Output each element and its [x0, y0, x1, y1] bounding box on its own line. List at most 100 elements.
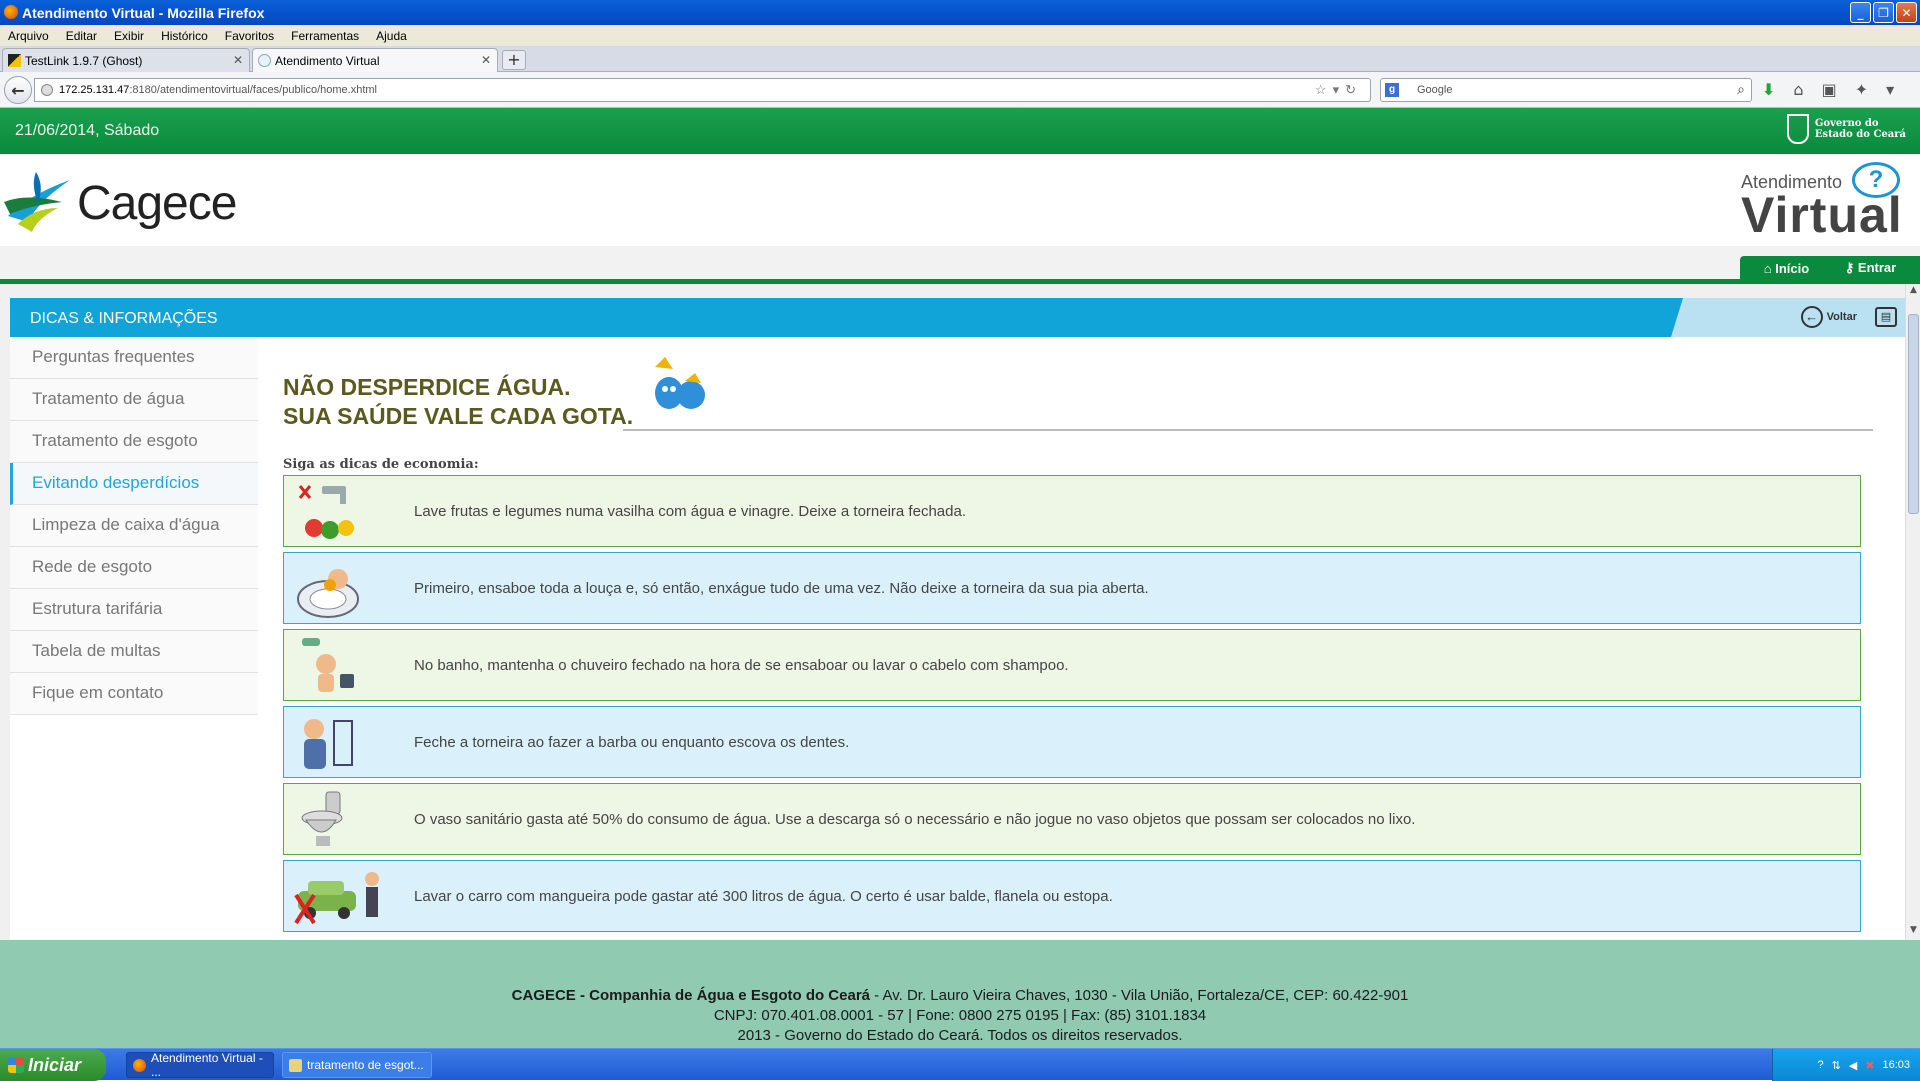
scroll-down-icon[interactable]: ▼ [1907, 925, 1920, 938]
dish-washing-icon [297, 569, 359, 618]
headline-divider [623, 429, 1873, 431]
navigation-toolbar: ← 172.25.131.47:8180/atendimentovirtual/… [0, 72, 1920, 108]
tab-close-icon[interactable]: ✕ [233, 53, 243, 67]
back-link[interactable]: ← Voltar [1800, 306, 1857, 328]
sidebar-item-sewage-treatment[interactable]: Tratamento de esgoto [10, 421, 258, 463]
window-controls: _ ❐ ✕ [1850, 2, 1917, 23]
nav-login[interactable]: ⚷ Entrar [1845, 260, 1896, 276]
footer-company: CAGECE - Companhia de Água e Esgoto do C… [511, 987, 871, 1004]
dropdown-icon[interactable]: ▾ [1333, 82, 1346, 97]
menu-ajuda[interactable]: Ajuda [376, 29, 407, 43]
network-icon[interactable]: ⇅ [1832, 1059, 1841, 1072]
site-footer: CAGECE - Companhia de Água e Esgoto do C… [0, 940, 1920, 1048]
back-arrow-icon: ← [1800, 306, 1823, 328]
windows-taskbar: Iniciar Atendimento Virtual - ... tratam… [0, 1048, 1920, 1081]
government-logo: Governo do Estado do Ceará [1786, 114, 1906, 144]
search-bar[interactable]: g Google ⌕ [1380, 78, 1752, 102]
start-button[interactable]: Iniciar [0, 1049, 106, 1081]
site-identity-icon[interactable] [41, 84, 53, 96]
clock: 16:03 [1882, 1059, 1910, 1071]
menu-chevron-icon[interactable]: ▾ [1886, 80, 1894, 99]
scroll-up-icon[interactable]: ▲ [1907, 285, 1920, 298]
logo-wordmark: Cagece [77, 177, 237, 230]
nav-home[interactable]: ⌂ Início [1764, 261, 1809, 276]
sidebar-item-fines-table[interactable]: Tabela de multas [10, 631, 258, 673]
tab-strip: TestLink 1.9.7 (Ghost) ✕ Atendimento Vir… [0, 46, 1920, 72]
sidebar-item-avoiding-waste[interactable]: Evitando desperdícios [10, 463, 258, 505]
sidebar: Perguntas frequentes Tratamento de água … [10, 337, 258, 715]
sidebar-item-contact[interactable]: Fique em contato [10, 673, 258, 715]
help-icon[interactable]: ? [1817, 1059, 1823, 1071]
sidebar-item-tank-cleaning[interactable]: Limpeza de caixa d'água [10, 505, 258, 547]
briefcase-icon[interactable]: ▣ [1822, 80, 1837, 99]
page-icon [258, 54, 271, 67]
sidebar-item-water-treatment[interactable]: Tratamento de água [10, 379, 258, 421]
tip-card: O vaso sanitário gasta até 50% do consum… [283, 783, 1861, 855]
back-button[interactable]: ← [4, 76, 32, 104]
question-bubble-icon: ? [1852, 162, 1900, 198]
tip-card: Lavar o carro com mangueira pode gastar … [283, 860, 1861, 932]
system-tray: ? ⇅ ◀ ✖ 16:03 [1772, 1049, 1920, 1081]
reload-icon[interactable]: ↻ [1345, 82, 1362, 97]
document-icon [289, 1059, 302, 1072]
home-icon[interactable]: ⌂ [1793, 80, 1803, 99]
menu-editar[interactable]: Editar [66, 29, 97, 43]
sidebar-item-tariff-structure[interactable]: Estrutura tarifária [10, 589, 258, 631]
window-titlebar: Atendimento Virtual - Mozilla Firefox _ … [0, 0, 1920, 25]
address-bar[interactable]: 172.25.131.47:8180/atendimentovirtual/fa… [34, 78, 1371, 102]
menu-arquivo[interactable]: Arquivo [8, 29, 49, 43]
home-icon: ⌂ [1763, 260, 1776, 276]
sidebar-item-faq[interactable]: Perguntas frequentes [10, 337, 258, 379]
addons-icon[interactable]: ✦ [1855, 80, 1868, 99]
main-content: NÃO DESPERDICE ÁGUA. SUA SAÚDE VALE CADA… [283, 337, 1873, 940]
search-icon[interactable]: ⌕ [1737, 81, 1745, 98]
volume-icon[interactable]: ◀ [1849, 1059, 1857, 1072]
section-title: DICAS & INFORMAÇÕES [30, 310, 218, 327]
tip-text: Primeiro, ensaboe toda a louça e, só ent… [414, 579, 1149, 597]
bookmark-star-icon[interactable]: ☆ [1315, 82, 1333, 97]
window-title: Atendimento Virtual - Mozilla Firefox [22, 4, 265, 21]
section-banner: DICAS & INFORMAÇÕES ← Voltar ▤ [10, 298, 1905, 337]
testlink-icon [8, 54, 21, 67]
headline-line-2: SUA SAÚDE VALE CADA GOTA. [283, 403, 634, 429]
content-area: Perguntas frequentes Tratamento de água … [10, 337, 1905, 940]
water-drop-mascot-icon [655, 357, 705, 409]
search-placeholder: Google [1417, 84, 1453, 96]
menu-historico[interactable]: Histórico [161, 29, 208, 43]
url-host: 172.25.131.47 [59, 84, 130, 96]
headline-line-1: NÃO DESPERDICE ÁGUA. [283, 374, 571, 400]
taskbar-item-firefox[interactable]: Atendimento Virtual - ... [126, 1051, 274, 1079]
tab-atendimento-virtual[interactable]: Atendimento Virtual ✕ [252, 48, 498, 72]
windows-flag-icon [8, 1057, 24, 1073]
page-headline: NÃO DESPERDICE ÁGUA. SUA SAÚDE VALE CADA… [283, 373, 633, 431]
close-button[interactable]: ✕ [1896, 2, 1917, 23]
tip-card: Feche a torneira ao fazer a barba ou enq… [283, 706, 1861, 778]
sidebar-item-sewer-network[interactable]: Rede de esgoto [10, 547, 258, 589]
security-alert-icon[interactable]: ✖ [1865, 1059, 1874, 1072]
tip-text: Lave frutas e legumes numa vasilha com á… [414, 502, 966, 520]
tab-close-icon[interactable]: ✕ [481, 53, 491, 67]
menu-exibir[interactable]: Exibir [114, 29, 144, 43]
cagece-logo[interactable]: Cagece [2, 160, 262, 240]
scrollbar-thumb[interactable] [1908, 314, 1919, 514]
footer-line-1: CAGECE - Companhia de Água e Esgoto do C… [0, 986, 1920, 1006]
new-tab-button[interactable]: + [502, 50, 526, 70]
taskbar-item-document[interactable]: tratamento de esgot... [282, 1052, 432, 1078]
minimize-button[interactable]: _ [1850, 2, 1871, 23]
tab-label: TestLink 1.9.7 (Ghost) [25, 53, 143, 68]
toolbar-icons: ⬇ ⌂ ▣ ✦ ▾ [1762, 80, 1894, 99]
menu-ferramentas[interactable]: Ferramentas [291, 29, 359, 43]
gov-line-1: Governo do [1814, 118, 1879, 129]
tab-testlink[interactable]: TestLink 1.9.7 (Ghost) ✕ [2, 48, 250, 72]
tip-text: No banho, mantenha o chuveiro fechado na… [414, 656, 1069, 674]
menu-favoritos[interactable]: Favoritos [225, 29, 274, 43]
google-icon[interactable]: g [1385, 83, 1399, 97]
footer-line-2: CNPJ: 070.401.08.0001 - 57 | Fone: 0800 … [713, 1007, 1207, 1024]
page-scrollbar[interactable]: ▲ ▼ [1905, 284, 1920, 940]
maximize-button[interactable]: ❐ [1873, 2, 1894, 23]
download-icon[interactable]: ⬇ [1762, 80, 1775, 99]
firefox-icon [133, 1059, 146, 1072]
print-icon[interactable]: ▤ [1875, 307, 1897, 327]
site-header: Cagece Atendimento Virtual ? [0, 154, 1920, 246]
current-date: 21/06/2014, Sábado [15, 122, 160, 139]
